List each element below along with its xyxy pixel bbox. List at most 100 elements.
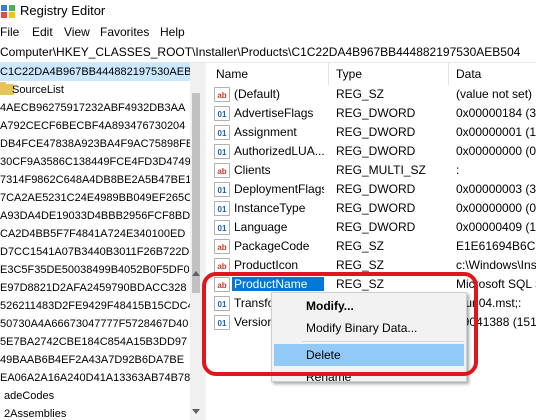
address-bar[interactable]: Computer\HKEY_CLASSES_ROOT\Installer\Pro… — [0, 42, 536, 63]
value-type: REG_SZ — [336, 239, 385, 253]
value-row[interactable]: ab Clients REG_MULTI_SZ: — [206, 161, 536, 180]
tree-item-label: E97D8821D2AFA2459790BDACC328 — [0, 282, 187, 294]
value-row[interactable]: 01 InstanceType REG_DWORD 0x00000000 (0) — [206, 199, 536, 218]
tree-item-label: adeCodes — [4, 390, 55, 402]
tree-item-adecodes[interactable]: adeCodes — [0, 387, 190, 405]
registry-editor-icon — [1, 5, 15, 18]
tree-item[interactable]: 526211483D2FE9429F48415B15CDC4 — [0, 297, 194, 315]
tree-item-label: 50730A4A66673047777F5728467D40 — [0, 318, 189, 330]
value-type: REG_SZ — [336, 258, 385, 272]
tree-item[interactable]: CA2D4BB5F7F4841A724E340100ED — [0, 225, 190, 243]
column-header-name[interactable]: Name — [216, 67, 248, 81]
string-value-icon: ab — [214, 239, 230, 254]
value-name: AuthorizedLUA... — [234, 144, 324, 158]
value-row[interactable]: 01 Language REG_DWORD 0x00000409 (1033) — [206, 218, 536, 237]
value-name: ProductIcon — [234, 258, 299, 272]
menu-help[interactable]: Help — [160, 25, 185, 39]
tree-item-label: A93DA4DE19033D4BBB2956FCF8BD — [0, 210, 191, 222]
tree-item[interactable]: 7314F9862C648A4DB8BE2A5B47BE1 — [0, 171, 192, 189]
dword-value-icon: 01 — [214, 201, 230, 216]
tree-item-selected-key[interactable]: C1C22DA4B967BB444882197530AEB5 — [0, 63, 198, 81]
value-data: : — [456, 163, 460, 177]
dword-value-icon: 01 — [214, 125, 230, 140]
tree-item[interactable]: 4AECB96275917232ABF4932DB3AA — [0, 99, 190, 117]
value-name: Clients — [234, 163, 271, 177]
value-row[interactable]: 01 AdvertiseFlags REG_DWORD 0x00000184 (388… — [206, 104, 536, 123]
tree-item[interactable]: EA06A2A16A240D41A13363AB74B78 — [0, 369, 190, 387]
scrollbar-thumb[interactable] — [192, 93, 200, 293]
column-header-type[interactable]: Type — [336, 67, 362, 81]
column-divider[interactable] — [448, 63, 449, 85]
value-data: 0x00000003 (3) — [456, 182, 536, 196]
list-header: Name Type Data — [206, 63, 536, 85]
value-name: (Default) — [234, 87, 281, 101]
tree-item-label: EA06A2A16A240D41A13363AB74B78 — [0, 372, 191, 384]
column-divider[interactable] — [328, 63, 329, 85]
menu-edit[interactable]: Edit — [32, 25, 53, 39]
tree-item[interactable]: E97D8821D2AFA2459790BDACC328 — [0, 279, 190, 297]
menu-favorites[interactable]: Favorites — [100, 25, 149, 39]
annotation-highlight-ring — [202, 272, 478, 376]
scroll-down-arrow-icon[interactable] — [192, 409, 200, 414]
value-type: REG_SZ — [336, 87, 385, 101]
tree-item[interactable]: A792CECF6BECBF4A893476730204 — [0, 117, 190, 135]
tree-item[interactable]: D7CC1541A07B3440B3011F26B722D — [0, 243, 190, 261]
value-type: REG_DWORD — [336, 144, 416, 158]
tree-item-label: 526211483D2FE9429F48415B15CDC4 — [0, 300, 194, 312]
tree-item-label: 7314F9862C648A4DB8BE2A5B47BE1 — [0, 174, 192, 186]
tree-item-label: SourceList — [12, 84, 64, 96]
address-path[interactable]: Computer\HKEY_CLASSES_ROOT\Installer\Pro… — [0, 45, 520, 59]
value-type: REG_MULTI_SZ — [336, 163, 426, 177]
tree-item-label: 5E7BA2742CBE184C854A15B3DD97 — [0, 336, 188, 348]
menu-view[interactable]: View — [64, 25, 90, 39]
tree-item-sourcelist[interactable]: SourceList — [0, 81, 190, 99]
tree-item[interactable]: DB4FCE47838A923BA4F9AC75898FB4 — [0, 135, 199, 153]
value-name: PackageCode — [234, 239, 310, 253]
dword-value-icon: 01 — [214, 182, 230, 197]
tree-item[interactable]: E3C5F35DE50038499B4052B0F5DF0E — [0, 261, 197, 279]
value-type: REG_DWORD — [336, 182, 416, 196]
tree-item-label: 7CA2AE5231C24E4989BB049EF265C — [0, 192, 193, 204]
dword-value-icon: 01 — [214, 106, 230, 121]
tree-item[interactable]: A93DA4DE19033D4BBB2956FCF8BD — [0, 207, 190, 225]
value-data: c:\Windows\Ins — [456, 258, 536, 272]
tree-scrollbar[interactable] — [190, 63, 202, 420]
value-type: REG_DWORD — [336, 125, 416, 139]
tree-item[interactable]: 50730A4A66673047777F5728467D40 — [0, 315, 190, 333]
dword-value-icon: 01 — [214, 144, 230, 159]
string-value-icon: ab — [214, 163, 230, 178]
value-row[interactable]: 01 Assignment REG_DWORD 0x00000001 (1) — [206, 123, 536, 142]
title-bar: Registry Editor — [0, 0, 536, 22]
string-value-icon: ab — [214, 258, 230, 273]
value-name: DeploymentFlags — [234, 182, 324, 196]
value-name: InstanceType — [234, 201, 306, 215]
column-header-data[interactable]: Data — [456, 67, 481, 81]
value-data: 0x00000184 (388) — [456, 106, 536, 120]
value-data: (value not set) — [456, 87, 533, 101]
key-tree[interactable]: C1C22DA4B967BB444882197530AEB5 SourceLis… — [0, 63, 200, 420]
value-data: 0x00000001 (1) — [456, 125, 536, 139]
tree-item[interactable]: 49BAAB6B4EF2A43A7D92B6DA7BE — [0, 351, 190, 369]
tree-item[interactable]: 5E7BA2742CBE184C854A15B3DD97 — [0, 333, 190, 351]
value-type: REG_DWORD — [336, 106, 416, 120]
value-row[interactable]: 01 AuthorizedLUA... REG_DWORD 0x00000000 (0… — [206, 142, 536, 161]
tree-item[interactable]: 30CF9A3586C138449FCE4FD3D4749 — [0, 153, 191, 171]
tree-item-assemblies[interactable]: 2Assemblies — [0, 405, 190, 420]
value-row[interactable]: 01 DeploymentFlags REG_DWORD 0x00000003 (3) — [206, 180, 536, 199]
dword-value-icon: 01 — [214, 220, 230, 235]
tree-item-label: D7CC1541A07B3440B3011F26B722D — [0, 246, 190, 258]
menu-file[interactable]: File — [0, 25, 19, 39]
value-data: 0x00000000 (0) — [456, 144, 536, 158]
value-data: 0x00000409 (1033) — [456, 220, 536, 234]
scroll-up-arrow-icon[interactable] — [192, 271, 200, 276]
tree-item-label: C1C22DA4B967BB444882197530AEB5 — [0, 66, 198, 78]
menu-bar: File Edit View Favorites Help — [0, 22, 536, 42]
value-row[interactable]: ab PackageCode REG_SZ E1E61694B6C68 — [206, 237, 536, 256]
value-row[interactable]: ab (Default) REG_SZ (value not set) — [206, 85, 536, 104]
value-name: Assignment — [234, 125, 297, 139]
value-data: 0x00000000 (0) — [456, 201, 536, 215]
tree-item[interactable]: 7CA2AE5231C24E4989BB049EF265C — [0, 189, 193, 207]
tree-item-label: A792CECF6BECBF4A893476730204 — [0, 120, 186, 132]
tree-item-label: CA2D4BB5F7F4841A724E340100ED — [0, 228, 186, 240]
value-name: Language — [234, 220, 288, 234]
